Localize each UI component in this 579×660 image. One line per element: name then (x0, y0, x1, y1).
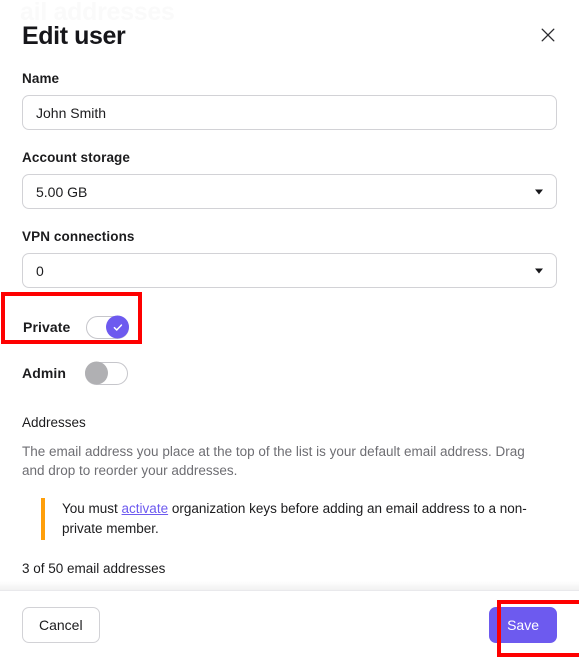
edit-user-dialog: ail addresses Edit user Name Account sto… (0, 0, 579, 660)
dialog-body: Name Account storage 5.00 GB VPN connect… (0, 52, 579, 590)
page-title: Edit user (22, 22, 126, 50)
admin-toggle[interactable] (85, 361, 128, 385)
notice-text: You must activate organization keys befo… (62, 499, 532, 539)
check-icon (112, 321, 124, 333)
close-icon (540, 27, 556, 43)
vpn-connections-label: VPN connections (22, 229, 135, 244)
account-storage-field-group: Account storage 5.00 GB (22, 149, 557, 209)
save-button[interactable]: Save (489, 607, 557, 643)
addresses-description: The email address you place at the top o… (22, 444, 525, 478)
private-label: Private (23, 319, 71, 335)
dialog-footer: Cancel Save (0, 581, 579, 660)
email-address-count: 3 of 50 email addresses (22, 561, 166, 576)
account-storage-label: Account storage (22, 150, 131, 165)
admin-toggle-row: Admin (22, 358, 557, 388)
toggle-knob (106, 315, 129, 339)
dialog-header: Edit user (0, 0, 579, 52)
close-button[interactable] (535, 22, 561, 48)
account-storage-select[interactable]: 5.00 GB (22, 174, 557, 209)
cancel-button[interactable]: Cancel (22, 607, 100, 643)
name-label: Name (22, 71, 60, 86)
vpn-connections-field-group: VPN connections 0 (22, 228, 557, 288)
account-storage-select-wrapper: 5.00 GB (22, 174, 557, 209)
addresses-title: Addresses (22, 415, 86, 430)
admin-label: Admin (22, 365, 67, 381)
name-input[interactable] (22, 95, 557, 130)
private-toggle[interactable] (86, 315, 129, 339)
vpn-connections-select-wrapper: 0 (22, 253, 557, 288)
organization-keys-notice: You must activate organization keys befo… (41, 498, 557, 540)
toggle-section: Private Admin (22, 312, 557, 388)
toggle-knob (85, 361, 108, 385)
vpn-connections-value: 0 (36, 262, 44, 279)
activate-link[interactable]: activate (122, 501, 169, 516)
account-storage-value: 5.00 GB (36, 183, 88, 200)
name-field-group: Name (22, 70, 557, 130)
vpn-connections-select[interactable]: 0 (22, 253, 557, 288)
private-toggle-row: Private (23, 312, 557, 342)
notice-text-before: You must (62, 501, 122, 516)
addresses-section: Addresses The email address you place at… (22, 414, 557, 578)
